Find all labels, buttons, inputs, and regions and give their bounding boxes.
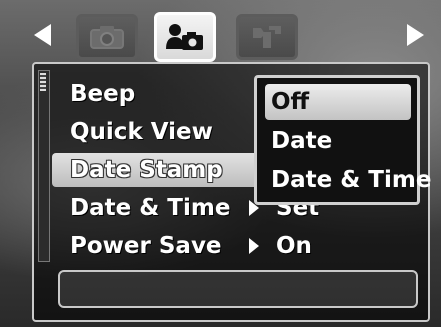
- tab-bar: [0, 10, 441, 62]
- tab-settings-camera[interactable]: [154, 12, 216, 62]
- menu-item-quick-view[interactable]: Quick View: [52, 115, 262, 149]
- person-camera-icon: [166, 24, 203, 50]
- right-arrow-icon[interactable]: [407, 24, 424, 46]
- tab-camera[interactable]: [76, 14, 138, 60]
- tab-setup[interactable]: [236, 14, 298, 60]
- menu-item-date-time[interactable]: Date & Time Set: [52, 191, 319, 225]
- menu-item-label: Power Save: [70, 233, 222, 259]
- chevron-right-icon: [249, 238, 259, 254]
- menu-item-value: On: [276, 233, 312, 259]
- menu-item-beep[interactable]: Beep: [52, 77, 262, 111]
- option-date-time[interactable]: Date & Time: [265, 162, 431, 198]
- help-bar: [58, 270, 418, 308]
- menu-item-date-stamp[interactable]: Date Stamp: [52, 153, 262, 187]
- scrollbar[interactable]: [38, 70, 50, 262]
- menu-item-label: Beep: [70, 81, 136, 107]
- camera-icon: [90, 26, 124, 49]
- menu-item-power-save[interactable]: Power Save On: [52, 229, 312, 263]
- option-off[interactable]: Off: [265, 84, 411, 120]
- menu-item-label: Date & Time: [70, 195, 231, 221]
- scroll-thumb[interactable]: [40, 73, 46, 91]
- date-stamp-options-popup: Off Date Date & Time: [254, 75, 431, 205]
- left-arrow-icon[interactable]: [34, 24, 51, 46]
- menu-item-label: Date Stamp: [70, 157, 223, 183]
- wrench-icon: [253, 26, 281, 48]
- menu-item-label: Quick View: [70, 119, 213, 145]
- option-date[interactable]: Date: [265, 123, 411, 159]
